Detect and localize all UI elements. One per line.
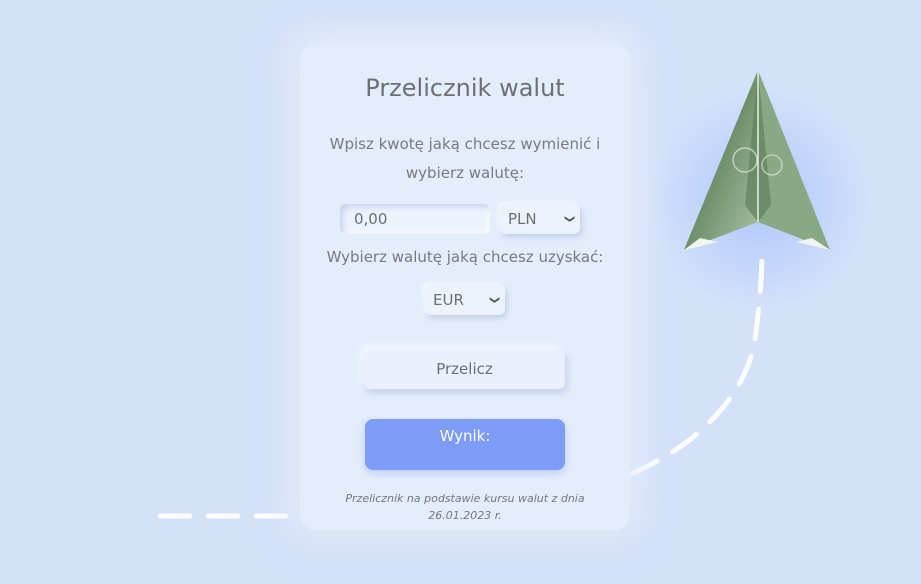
result-box: Wynik: bbox=[365, 419, 565, 470]
rate-date-footnote: Przelicznik na podstawie kursu walut z d… bbox=[345, 492, 585, 522]
amount-input[interactable]: 0,00 bbox=[340, 204, 490, 234]
chevron-down-icon: ❯ bbox=[488, 295, 500, 305]
from-currency-select[interactable]: PLN ❯ bbox=[500, 204, 580, 234]
from-currency-value: PLN bbox=[508, 210, 537, 228]
chevron-down-icon: ❯ bbox=[563, 214, 575, 224]
to-currency-select[interactable]: EUR ❯ bbox=[425, 285, 505, 315]
target-currency-instruction: Wybierz walutę jaką chcesz uzyskać: bbox=[326, 248, 604, 266]
amount-instruction: Wpisz kwotę jaką chcesz wymienić i wybie… bbox=[329, 135, 601, 182]
to-currency-value: EUR bbox=[433, 291, 464, 309]
page-title: Przelicznik walut bbox=[365, 74, 565, 102]
result-label: Wynik: bbox=[439, 427, 491, 445]
convert-button[interactable]: Przelicz bbox=[364, 350, 565, 389]
converter-card: Przelicznik walut Wpisz kwotę jaką chces… bbox=[300, 44, 630, 531]
